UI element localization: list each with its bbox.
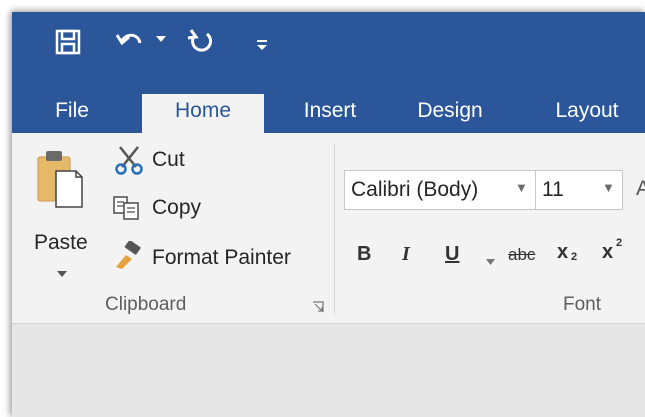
clipboard-group-label: Clipboard [105,294,187,315]
scissors-icon [114,145,144,180]
cut-button[interactable]: Cut [112,141,212,175]
bold-button[interactable]: B [357,243,371,266]
redo-icon[interactable] [187,28,215,56]
paste-clipboard-icon [36,149,84,214]
tab-home[interactable]: Home [142,94,264,134]
tab-file-label: File [55,99,89,122]
font-name-dropdown-icon[interactable]: ▼ [515,180,528,195]
tab-design-label: Design [417,99,483,122]
ribbon-group-separator [334,143,335,315]
customize-qat-icon[interactable] [256,39,268,51]
strikethrough-button[interactable]: abc [508,245,535,265]
document-area[interactable] [12,324,645,417]
copy-icon [112,195,142,226]
undo-icon[interactable] [116,29,144,55]
subscript-mark: 2 [571,251,578,263]
font-size-combo[interactable]: 11 ▼ [535,170,623,210]
paste-dropdown-arrow-icon[interactable] [57,264,67,282]
tab-design[interactable]: Design [400,94,500,134]
tab-insert[interactable]: Insert [284,94,376,134]
paste-label: Paste [34,231,88,254]
ribbon-home: Paste Cut Copy Format Painter Clipboard … [12,133,645,324]
cut-label: Cut [152,148,185,171]
underline-button[interactable]: U [445,243,459,266]
tab-insert-label: Insert [303,99,357,122]
undo-dropdown-arrow-icon[interactable] [156,36,166,44]
word-window: File Home Insert Design Layout Paste Cut… [12,12,645,417]
font-size-value: 11 [542,178,564,201]
underline-dropdown-icon[interactable] [486,252,495,270]
copy-label: Copy [152,196,202,219]
tab-layout-label: Layout [555,99,619,122]
subscript-button[interactable]: x 2 [557,239,585,269]
italic-button[interactable]: I [402,243,410,266]
format-painter-label: Format Painter [152,246,291,269]
save-icon[interactable] [55,29,81,55]
format-painter-icon [112,240,144,276]
subscript-x: x [557,241,569,263]
tab-layout[interactable]: Layout [537,94,637,134]
paste-button[interactable]: Paste [26,143,96,283]
superscript-mark: 2 [616,237,623,249]
superscript-button[interactable]: x 2 [602,237,630,269]
tab-file[interactable]: File [36,94,108,134]
copy-button[interactable]: Copy [112,189,222,223]
superscript-x: x [602,241,614,263]
font-name-value: Calibri (Body) [351,178,479,201]
tab-home-label: Home [174,99,232,122]
font-group-label: Font [563,294,602,315]
clipboard-dialog-launcher-icon[interactable] [312,300,324,318]
font-name-combo[interactable]: Calibri (Body) ▼ [344,170,536,210]
font-size-dropdown-icon[interactable]: ▼ [602,180,615,195]
title-bar: File Home Insert Design Layout [12,12,645,134]
format-painter-button[interactable]: Format Painter [112,237,322,273]
grow-font-partial[interactable]: A [636,177,645,201]
